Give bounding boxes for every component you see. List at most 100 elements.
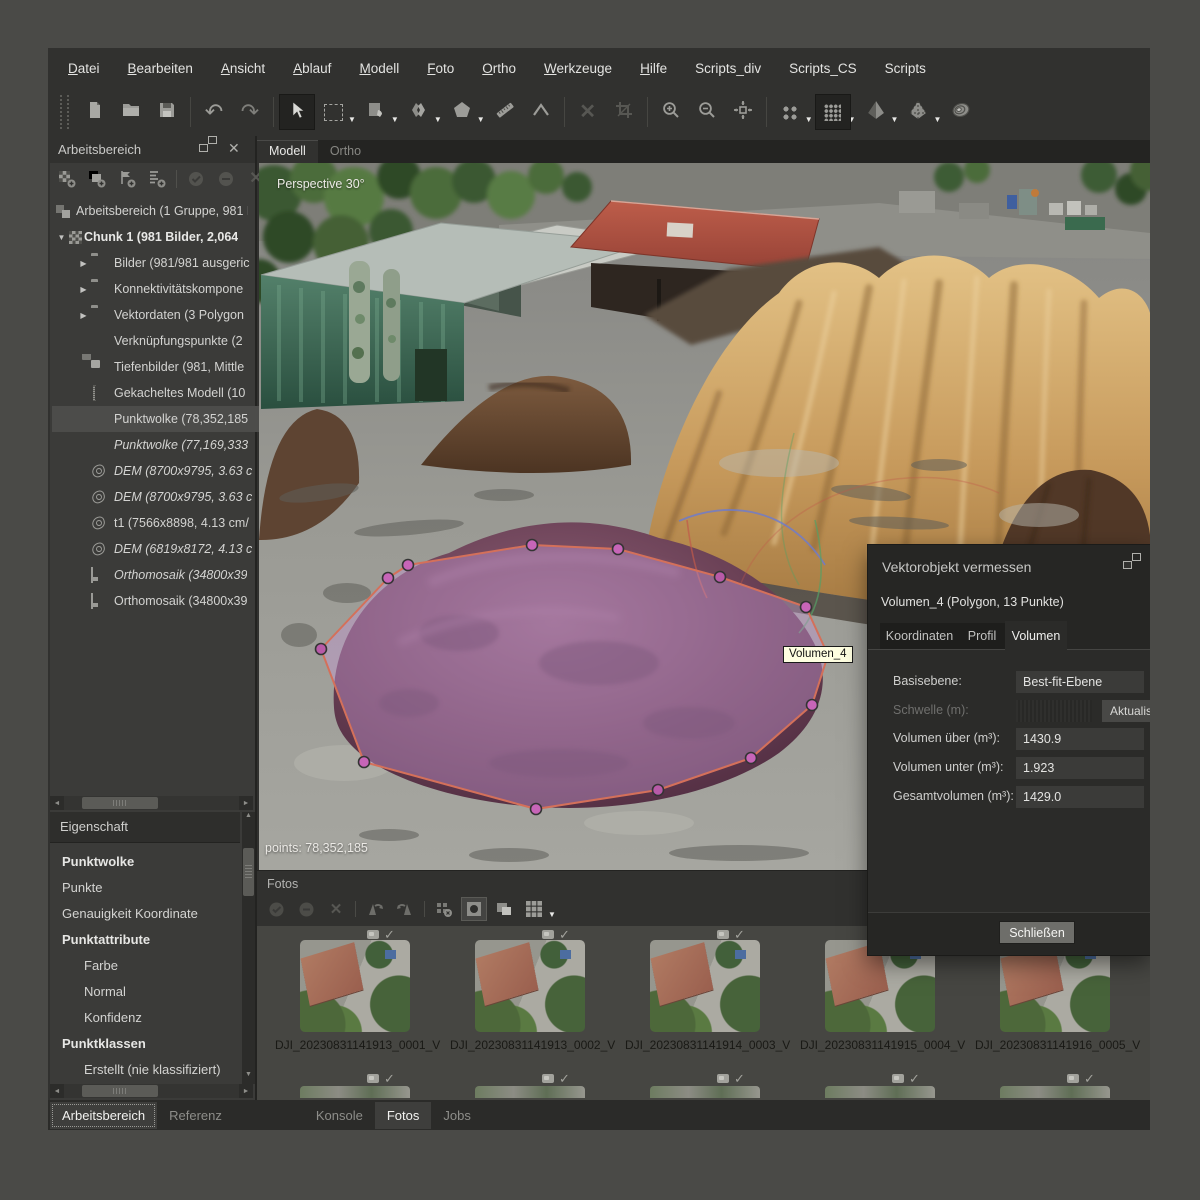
remove-x-icon[interactable]: ✕	[323, 897, 349, 921]
tree-item-konnektivitaet[interactable]: ▶Konnektivitätskompone	[52, 276, 268, 302]
add-marker-button[interactable]	[114, 167, 140, 191]
open-folder-button[interactable]	[113, 94, 149, 130]
close-panel-icon[interactable]: ✕	[228, 141, 240, 155]
bottom-tab-fotos[interactable]: Fotos	[375, 1102, 432, 1129]
property-row-erstellt[interactable]: Erstellt (nie klassifiziert)	[52, 1056, 274, 1082]
details-view-icon[interactable]	[461, 897, 487, 921]
property-row-konfidenz[interactable]: Konfidenz	[52, 1004, 274, 1030]
schliessen-button[interactable]: Schließen	[1000, 922, 1074, 943]
redo-button[interactable]: ↷	[232, 94, 268, 130]
draw-polyline-button[interactable]	[523, 94, 559, 130]
menu-hilfe[interactable]: Hilfe	[626, 56, 681, 81]
show-model-shaded-button[interactable]	[858, 94, 894, 130]
show-contours-button[interactable]	[943, 94, 979, 130]
tree-item-dem-1[interactable]: DEM (8700x9795, 3.63 c	[52, 458, 283, 484]
property-row-genauigkeit[interactable]: Genauigkeit Koordinate	[52, 900, 252, 926]
rectangle-selection-button[interactable]	[315, 94, 351, 130]
bottom-tab-jobs[interactable]: Jobs	[431, 1102, 482, 1129]
tab-koordinaten[interactable]: Koordinaten	[880, 623, 959, 649]
gesamtvolumen-value[interactable]: 1429.0	[1016, 786, 1144, 808]
zoom-in-button[interactable]	[653, 94, 689, 130]
draw-polygon-button[interactable]	[444, 94, 480, 130]
menu-ortho[interactable]: Ortho	[468, 56, 530, 81]
scroll-up-icon[interactable]: ▲	[242, 812, 255, 825]
tree-item-punktwolke-selected[interactable]: Punktwolke (78,352,185	[52, 406, 283, 432]
tree-item-gekacheltes-modell[interactable]: Gekacheltes Modell (10	[52, 380, 283, 406]
expander-icon[interactable]: ▶	[76, 259, 91, 268]
bottom-tab-referenz[interactable]: Referenz	[157, 1102, 234, 1129]
horizontal-scrollbar[interactable]: ◄ ►	[50, 796, 253, 810]
scroll-down-icon[interactable]: ▼	[242, 1071, 255, 1084]
schwelle-input[interactable]	[1016, 700, 1092, 722]
volumen-ueber-value[interactable]: 1430.9	[1016, 728, 1144, 750]
property-row-farbe[interactable]: Farbe	[52, 952, 274, 978]
photo-thumbnail[interactable]	[475, 940, 585, 1032]
zoom-fit-button[interactable]	[725, 94, 761, 130]
dropdown-caret-icon[interactable]: ▼	[548, 910, 556, 919]
property-row-punkte[interactable]: Punkte	[52, 874, 252, 900]
photo-thumbnail-partial[interactable]	[300, 1086, 410, 1098]
photo-thumbnail-partial[interactable]	[825, 1086, 935, 1098]
volumen-unter-value[interactable]: 1.923	[1016, 757, 1144, 779]
menu-ansicht[interactable]: Ansicht	[207, 56, 279, 81]
photo-thumbnail[interactable]	[300, 940, 410, 1032]
new-document-button[interactable]	[77, 94, 113, 130]
rotate-right-icon[interactable]	[392, 897, 418, 921]
vertical-scrollbar[interactable]: ▲ ▼	[242, 812, 255, 1084]
tree-item-bilder[interactable]: ▶Bilder (981/981 ausgeric	[52, 250, 268, 276]
undo-button[interactable]: ↶	[196, 94, 232, 130]
show-model-textured-button[interactable]	[900, 94, 936, 130]
scroll-left-icon[interactable]: ◄	[50, 800, 64, 807]
basisebene-dropdown[interactable]: Best-fit-Ebene	[1016, 671, 1144, 693]
menu-scripts[interactable]: Scripts	[871, 56, 940, 81]
ruler-button[interactable]	[487, 94, 523, 130]
tree-item-orthomosaik-1[interactable]: Orthomosaik (34800x39	[52, 562, 283, 588]
tree-item-dem-3[interactable]: DEM (6819x8172, 4.13 c	[52, 536, 283, 562]
photo-thumbnail-partial[interactable]	[475, 1086, 585, 1098]
menu-datei[interactable]: Datei	[54, 56, 114, 81]
bottom-tab-konsole[interactable]: Konsole	[304, 1102, 375, 1129]
disable-minus-icon[interactable]	[293, 897, 319, 921]
add-chunk-button[interactable]	[54, 167, 80, 191]
object-selection-button[interactable]	[358, 94, 394, 130]
menu-scripts-div[interactable]: Scripts_div	[681, 56, 775, 81]
tree-item-verknuepfungspunkte[interactable]: Verknüpfungspunkte (2	[52, 328, 283, 354]
property-row-punktwolke[interactable]: Punktwolke	[52, 848, 252, 874]
enable-items-button[interactable]	[183, 167, 209, 191]
rotate-left-icon[interactable]	[362, 897, 388, 921]
scrollbar-thumb[interactable]	[82, 797, 158, 809]
scroll-right-icon[interactable]: ►	[239, 800, 253, 807]
disable-items-button[interactable]	[213, 167, 239, 191]
save-button[interactable]	[149, 94, 185, 130]
tab-modell[interactable]: Modell	[257, 140, 318, 163]
scrollbar-thumb[interactable]	[82, 1085, 158, 1097]
add-scalebar-button[interactable]	[144, 167, 170, 191]
show-sparse-cloud-button[interactable]	[772, 94, 808, 130]
select-cursor-button[interactable]	[279, 94, 315, 130]
scroll-left-icon[interactable]: ◄	[50, 1088, 64, 1095]
tab-volumen[interactable]: Volumen	[1005, 621, 1067, 650]
tree-item-tiefenbilder[interactable]: Tiefenbilder (981, Mittle	[52, 354, 283, 380]
menu-ablauf[interactable]: Ablauf	[279, 56, 345, 81]
menu-modell[interactable]: Modell	[345, 56, 413, 81]
expander-icon[interactable]: ▶	[76, 311, 91, 320]
zoom-out-button[interactable]	[689, 94, 725, 130]
menu-scripts-cs[interactable]: Scripts_CS	[775, 56, 871, 81]
enable-check-icon[interactable]	[263, 897, 289, 921]
property-row-normal[interactable]: Normal	[52, 978, 274, 1004]
menu-foto[interactable]: Foto	[413, 56, 468, 81]
bottom-tab-arbeitsbereich[interactable]: Arbeitsbereich	[50, 1102, 157, 1129]
crop-button[interactable]	[606, 94, 642, 130]
reset-filter-icon[interactable]	[431, 897, 457, 921]
tree-item-vektordaten[interactable]: ▶Vektordaten (3 Polygon	[52, 302, 268, 328]
duplicate-icon[interactable]	[491, 897, 517, 921]
tree-item-t1[interactable]: t1 (7566x8898, 4.13 cm/	[52, 510, 283, 536]
menu-bearbeiten[interactable]: Bearbeiten	[114, 56, 207, 81]
show-point-cloud-button[interactable]	[815, 94, 851, 130]
add-photos-button[interactable]	[84, 167, 110, 191]
property-row-punktklassen[interactable]: Punktklassen	[52, 1030, 252, 1056]
navigation-button[interactable]	[401, 94, 437, 130]
grid-view-icon[interactable]	[521, 897, 547, 921]
tab-ortho[interactable]: Ortho	[318, 140, 373, 163]
menu-werkzeuge[interactable]: Werkzeuge	[530, 56, 626, 81]
